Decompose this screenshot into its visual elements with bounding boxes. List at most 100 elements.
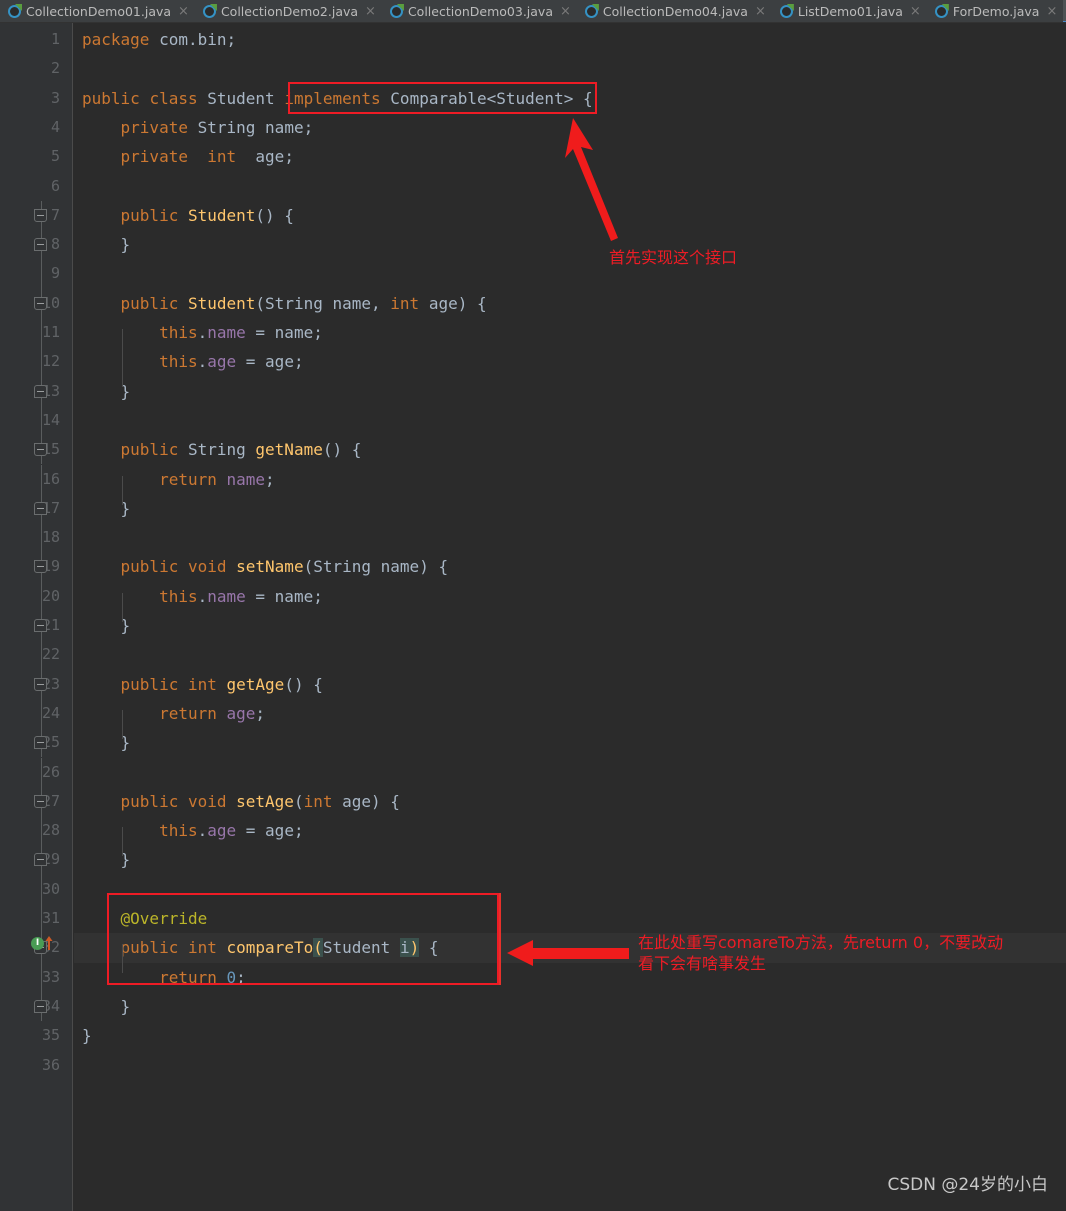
code-line[interactable]: 27 public void setAge(int age) {	[0, 786, 1066, 817]
code-line[interactable]: 9	[0, 259, 1066, 289]
code-fold-marker[interactable]	[0, 581, 67, 611]
callout-arrow-implements	[565, 118, 618, 241]
code-fold-marker[interactable]	[0, 464, 67, 494]
code-line[interactable]: 19 public void setName(String name) {	[0, 552, 1066, 582]
fold-toggle[interactable]	[34, 501, 47, 515]
code-fold-marker[interactable]	[0, 962, 67, 992]
code-line[interactable]: 15 public String getName() {	[0, 435, 1066, 465]
fold-toggle[interactable]	[34, 999, 47, 1013]
code-fold-marker[interactable]	[0, 259, 67, 289]
code-line[interactable]: 1 package com.bin;	[0, 25, 1066, 54]
close-icon[interactable]: ×	[176, 5, 189, 18]
code-fold-marker[interactable]	[0, 874, 67, 904]
code-line[interactable]: 28 this.age = age;	[0, 816, 1066, 846]
code-line[interactable]: 26	[0, 757, 1066, 787]
fold-toggle[interactable]	[34, 560, 47, 574]
fold-toggle[interactable]	[34, 677, 47, 691]
code-fold-marker[interactable]	[0, 347, 67, 377]
code-line[interactable]: 31 @Override	[0, 904, 1066, 934]
fold-toggle[interactable]	[34, 736, 47, 750]
editor-tab-bar[interactable]: CollectionDemo01.java × CollectionDemo2.ja…	[0, 0, 1066, 23]
editor-tab-collectiondemo2-java[interactable]: CollectionDemo2.java ×	[195, 0, 382, 22]
code-text: public void setAge(int age) {	[120, 791, 400, 811]
code-fold-marker[interactable]	[0, 728, 67, 758]
csdn-watermark: CSDN @24岁的小白	[887, 1175, 1048, 1195]
close-icon[interactable]: ×	[558, 5, 571, 18]
code-line[interactable]: 29 }	[0, 845, 1066, 875]
code-text: public Student(String name, int age) {	[120, 293, 487, 313]
code-line[interactable]: 4 private String name;	[0, 113, 1066, 142]
fold-toggle[interactable]	[34, 794, 47, 808]
code-line[interactable]: 17 }	[0, 493, 1066, 524]
line-number: 5	[50, 147, 60, 166]
code-fold-marker[interactable]	[0, 904, 67, 934]
code-fold-marker[interactable]	[0, 640, 67, 670]
code-fold-marker[interactable]	[0, 552, 67, 582]
code-line[interactable]: 10 public Student(String name, int age) …	[0, 288, 1066, 318]
code-fold-marker[interactable]	[0, 816, 67, 846]
implementing-method-icon[interactable]: I	[31, 937, 44, 950]
code-line[interactable]: 11 this.name = name;	[0, 318, 1066, 348]
fold-toggle[interactable]	[34, 853, 47, 867]
close-icon[interactable]: ×	[363, 5, 376, 18]
code-line[interactable]: 23 public int getAge() {	[0, 669, 1066, 699]
code-line[interactable]: 14	[0, 405, 1066, 436]
code-fold-marker[interactable]	[0, 376, 67, 406]
editor-tab-collectiondemo04-java[interactable]: CollectionDemo04.java ×	[577, 0, 772, 22]
code-line[interactable]: 22	[0, 640, 1066, 670]
fold-toggle[interactable]	[34, 619, 47, 632]
line-number: 6	[50, 176, 60, 195]
close-icon[interactable]: ×	[908, 5, 921, 18]
code-line[interactable]: 18	[0, 523, 1066, 553]
editor-tab-fordemo-java[interactable]: ForDemo.java ×	[927, 0, 1064, 22]
editor-tab-listdemo01-java[interactable]: ListDemo01.java ×	[772, 0, 927, 22]
code-fold-marker[interactable]	[0, 786, 67, 817]
fold-guide-line	[40, 874, 42, 904]
close-icon[interactable]: ×	[1044, 5, 1057, 18]
code-line[interactable]: 6	[0, 172, 1066, 201]
code-line[interactable]: 30	[0, 874, 1066, 904]
code-fold-marker[interactable]	[0, 991, 67, 1022]
code-line[interactable]: 35}	[0, 1021, 1066, 1050]
line-number: 35	[41, 1026, 60, 1045]
code-line[interactable]: 20 this.name = name;	[0, 581, 1066, 611]
fold-toggle[interactable]	[34, 208, 47, 222]
code-line[interactable]: 8 }	[0, 230, 1066, 260]
code-line[interactable]: 24 return age;	[0, 698, 1066, 729]
editor-tab-collectiondemo01-java[interactable]: CollectionDemo01.java ×	[0, 0, 195, 22]
fold-toggle[interactable]	[34, 384, 47, 398]
code-line[interactable]: 21 }	[0, 611, 1066, 641]
code-fold-marker[interactable]	[0, 493, 67, 524]
code-line[interactable]: 36	[0, 1051, 1066, 1080]
close-icon[interactable]: ×	[753, 5, 766, 18]
fold-toggle[interactable]	[34, 443, 47, 457]
code-fold-marker[interactable]	[0, 405, 67, 436]
code-fold-marker[interactable]	[0, 288, 67, 318]
code-fold-marker[interactable]	[0, 318, 67, 348]
code-fold-marker[interactable]	[0, 230, 67, 260]
fold-toggle[interactable]	[34, 238, 47, 252]
editor-tab-collectiondemo03-java[interactable]: CollectionDemo03.java ×	[382, 0, 577, 22]
line-number: 4	[50, 117, 60, 136]
code-line[interactable]: 12 this.age = age;	[0, 347, 1066, 377]
code-fold-marker[interactable]	[0, 757, 67, 787]
code-fold-marker[interactable]	[0, 200, 67, 231]
code-line[interactable]: 3 public class Student implements Compara…	[0, 84, 1066, 113]
code-line[interactable]: 7 public Student() {	[0, 200, 1066, 231]
code-line[interactable]: 2	[0, 54, 1066, 83]
code-line[interactable]: 13 }	[0, 376, 1066, 406]
fold-toggle[interactable]	[34, 296, 47, 310]
code-line[interactable]: 5 private int age;	[0, 142, 1066, 171]
code-fold-marker[interactable]	[0, 845, 67, 875]
code-text: public void setName(String name) {	[120, 557, 449, 577]
code-line[interactable]: 16 return name;	[0, 464, 1066, 494]
code-fold-marker[interactable]	[0, 611, 67, 641]
code-line[interactable]: 34 }	[0, 991, 1066, 1022]
code-fold-marker[interactable]	[0, 698, 67, 729]
code-fold-marker[interactable]	[0, 523, 67, 553]
code-editor[interactable]: 1 package com.bin; 2 3 public class Student …	[0, 23, 1066, 1211]
code-line[interactable]: 25 }	[0, 728, 1066, 758]
code-fold-marker[interactable]	[0, 669, 67, 699]
code-text: this.age = age;	[159, 352, 304, 372]
code-fold-marker[interactable]	[0, 435, 67, 465]
